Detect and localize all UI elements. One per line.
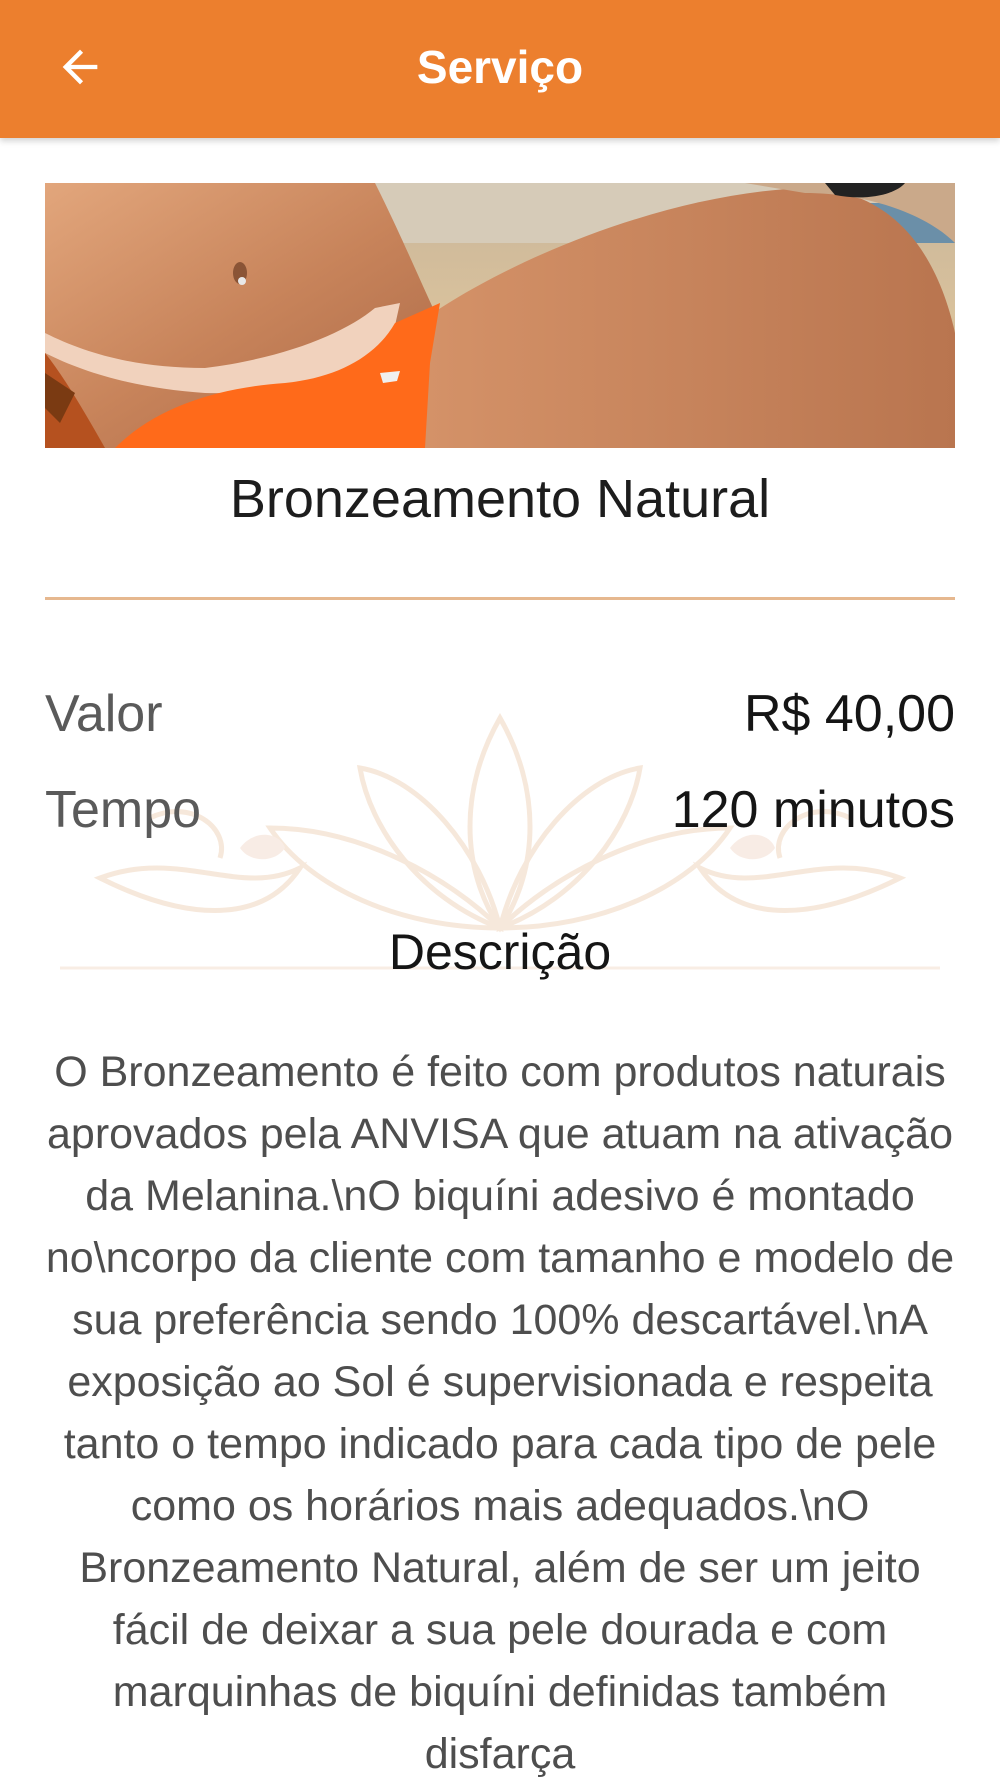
duration-label: Tempo (45, 781, 202, 839)
divider (45, 597, 955, 600)
service-image (45, 183, 955, 448)
description-text: O Bronzeamento é feito com produtos natu… (45, 1048, 955, 1778)
page-title: Serviço (416, 41, 584, 93)
price-label: Valor (45, 685, 163, 743)
service-detail[interactable]: Bronzeamento Natural Valor R$ 40,00 Temp… (0, 138, 1000, 1778)
description-heading: Descrição (388, 924, 612, 980)
app-bar: Serviço (0, 0, 1000, 138)
price-row: Valor R$ 40,00 (45, 674, 955, 754)
duration-value: 120 minutos (671, 781, 955, 839)
back-button[interactable] (40, 27, 120, 107)
duration-row: Tempo 120 minutos (45, 770, 955, 850)
service-name: Bronzeamento Natural (229, 469, 771, 529)
arrow-left-icon (62, 49, 98, 85)
price-value: R$ 40,00 (743, 685, 955, 743)
